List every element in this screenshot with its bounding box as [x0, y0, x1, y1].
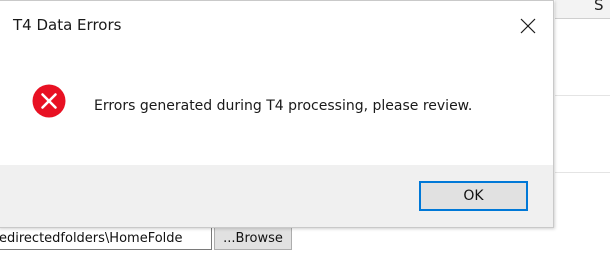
- background-row-divider: [555, 95, 610, 96]
- error-dialog: T4 Data Errors Errors generated during T…: [0, 0, 554, 228]
- background-column-header: S: [594, 0, 604, 14]
- dialog-footer: OK: [0, 165, 553, 227]
- browse-button[interactable]: ...Browse: [214, 227, 292, 250]
- dialog-title: T4 Data Errors: [13, 16, 122, 34]
- folder-path-value: edirectedfolders\HomeFolde: [0, 231, 183, 246]
- close-icon: [520, 18, 536, 34]
- ok-button[interactable]: OK: [419, 181, 528, 211]
- folder-path-field[interactable]: edirectedfolders\HomeFolde: [0, 227, 212, 250]
- error-icon: [32, 84, 66, 118]
- dialog-titlebar[interactable]: T4 Data Errors: [0, 1, 553, 51]
- background-row-divider: [555, 172, 610, 173]
- dialog-body: Errors generated during T4 processing, p…: [0, 51, 553, 165]
- error-message: Errors generated during T4 processing, p…: [94, 98, 473, 114]
- close-button[interactable]: [505, 7, 551, 45]
